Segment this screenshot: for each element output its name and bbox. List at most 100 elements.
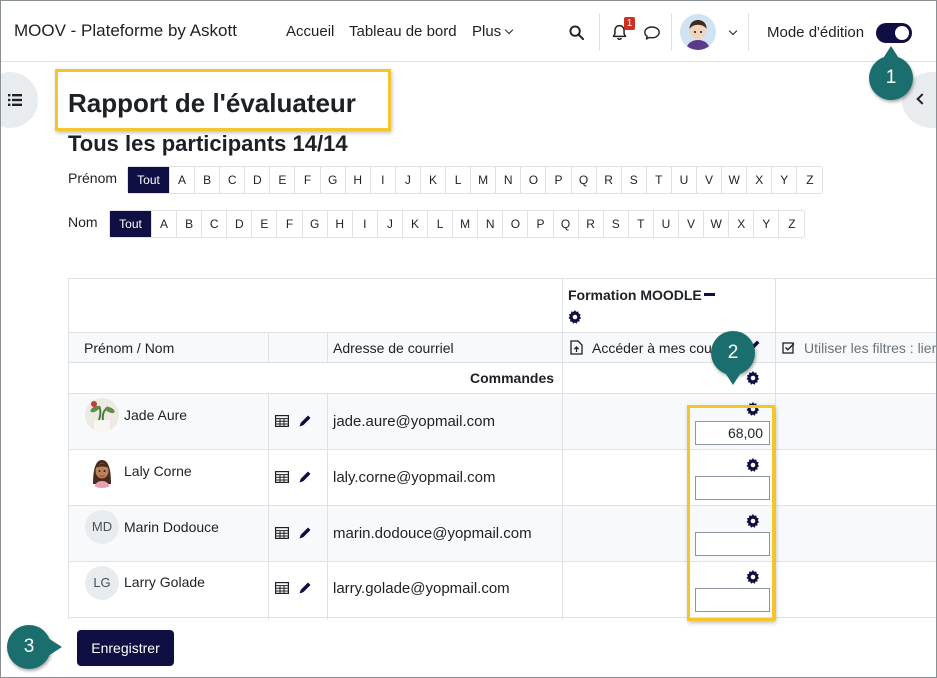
firstname-filter-letter-z[interactable]: Z: [797, 167, 822, 193]
user-avatar[interactable]: [680, 14, 716, 50]
table-border: [68, 393, 936, 394]
firstname-filter-letter-r[interactable]: R: [597, 167, 622, 193]
user-report-grid-icon[interactable]: [275, 527, 289, 539]
lastname-filter-letter-j[interactable]: J: [378, 211, 403, 237]
lastname-filter-letter-i[interactable]: I: [353, 211, 378, 237]
firstname-filter-letter-y[interactable]: Y: [772, 167, 798, 193]
assignment-file-icon: [570, 340, 583, 355]
firstname-filter-letter-d[interactable]: D: [245, 167, 271, 193]
firstname-filter-letter-l[interactable]: L: [446, 167, 472, 193]
firstname-filter-letter-f[interactable]: F: [295, 167, 321, 193]
firstname-filter-letter-k[interactable]: K: [421, 167, 447, 193]
firstname-filter-letter-j[interactable]: J: [396, 167, 421, 193]
student-name[interactable]: Jade Aure: [124, 407, 187, 423]
firstname-filter-letter-w[interactable]: W: [722, 167, 748, 193]
column-header-name[interactable]: Prénom / Nom: [84, 340, 174, 356]
table-border: [775, 278, 776, 620]
edit-mode-toggle[interactable]: [876, 23, 912, 43]
student-avatar-initials: MD: [85, 510, 119, 544]
lastname-filter-letter-v[interactable]: V: [679, 211, 705, 237]
lastname-filter-letter-z[interactable]: Z: [779, 211, 804, 237]
lastname-filter-letter-m[interactable]: M: [453, 211, 479, 237]
lastname-filter-letter-e[interactable]: E: [252, 211, 278, 237]
lastname-filter-letter-p[interactable]: P: [528, 211, 554, 237]
firstname-filter-letter-g[interactable]: G: [321, 167, 346, 193]
firstname-filter-letter-i[interactable]: I: [371, 167, 396, 193]
lastname-filter-letter-w[interactable]: W: [704, 211, 730, 237]
checkbox-checked-icon: [782, 342, 795, 354]
lastname-filter-letter-n[interactable]: N: [478, 211, 504, 237]
column-header-email[interactable]: Adresse de courriel: [333, 340, 454, 356]
nav-more-label: Plus: [472, 23, 502, 40]
table-border: [68, 617, 936, 618]
controls-row-label: Commandes: [470, 370, 555, 386]
callout-3: 3: [7, 625, 62, 669]
firstname-filter-letter-u[interactable]: U: [672, 167, 697, 193]
lastname-filter-letter-d[interactable]: D: [227, 211, 253, 237]
lastname-filter-letter-u[interactable]: U: [654, 211, 679, 237]
lastname-filter-letter-y[interactable]: Y: [754, 211, 780, 237]
firstname-filter-letter-h[interactable]: H: [346, 167, 371, 193]
firstname-filter-all[interactable]: Tout: [128, 167, 170, 193]
chevron-down-icon: [504, 25, 514, 35]
firstname-filter-letter-n[interactable]: N: [496, 167, 522, 193]
lastname-filter-all[interactable]: Tout: [110, 211, 152, 237]
lastname-filter-letter-s[interactable]: S: [604, 211, 629, 237]
lastname-filter-letter-t[interactable]: T: [629, 211, 654, 237]
lastname-filter-letter-b[interactable]: B: [177, 211, 203, 237]
table-border: [327, 332, 328, 362]
firstname-filter-letter-o[interactable]: O: [521, 167, 547, 193]
lastname-filter-letter-o[interactable]: O: [503, 211, 529, 237]
navbar-divider: [671, 13, 672, 51]
save-button[interactable]: Enregistrer: [77, 630, 174, 666]
nav-home[interactable]: Accueil: [286, 23, 334, 40]
chat-bubble-icon[interactable]: [643, 25, 661, 41]
firstname-filter-letter-b[interactable]: B: [195, 167, 221, 193]
firstname-filter-letter-v[interactable]: V: [697, 167, 723, 193]
lastname-filter-letter-a[interactable]: A: [152, 211, 178, 237]
pencil-icon[interactable]: [298, 581, 312, 595]
pencil-icon[interactable]: [298, 414, 312, 428]
user-report-grid-icon[interactable]: [275, 582, 289, 594]
site-brand[interactable]: MOOV - Plateforme by Askott: [14, 21, 237, 41]
collapse-minus-icon[interactable]: [703, 293, 715, 296]
lastname-filter-letter-q[interactable]: Q: [554, 211, 579, 237]
nav-dashboard[interactable]: Tableau de bord: [349, 23, 457, 40]
firstname-filter-letter-e[interactable]: E: [270, 167, 296, 193]
lastname-filter-letter-r[interactable]: R: [579, 211, 604, 237]
pencil-icon[interactable]: [298, 470, 312, 484]
course-index-drawer-toggle[interactable]: [0, 72, 38, 128]
firstname-filter-letter-m[interactable]: M: [471, 167, 497, 193]
nav-more[interactable]: Plus: [472, 23, 514, 40]
gear-icon[interactable]: [568, 310, 582, 324]
firstname-filter-letter-x[interactable]: X: [747, 167, 773, 193]
top-navbar: MOOV - Plateforme by Askott Accueil Tabl…: [1, 1, 936, 62]
lastname-filter-letter-k[interactable]: K: [403, 211, 429, 237]
firstname-filter-letter-s[interactable]: S: [622, 167, 647, 193]
student-name[interactable]: Marin Dodouce: [124, 519, 219, 535]
lastname-filter-letter-h[interactable]: H: [328, 211, 353, 237]
student-name[interactable]: Larry Golade: [124, 574, 205, 590]
firstname-filter-letter-a[interactable]: A: [170, 167, 196, 193]
student-name[interactable]: Laly Corne: [124, 463, 192, 479]
lastname-filter-letter-g[interactable]: G: [303, 211, 328, 237]
table-row-stripe: [68, 393, 936, 449]
gear-icon[interactable]: [746, 371, 760, 385]
lastname-filter-letter-f[interactable]: F: [277, 211, 303, 237]
student-avatar-initials: LG: [85, 566, 119, 600]
user-report-grid-icon[interactable]: [275, 415, 289, 427]
firstname-filter-letter-p[interactable]: P: [546, 167, 572, 193]
chevron-down-icon[interactable]: [728, 26, 738, 36]
firstname-filter-letter-t[interactable]: T: [647, 167, 672, 193]
pencil-icon[interactable]: [298, 526, 312, 540]
search-icon[interactable]: [569, 25, 584, 40]
table-border: [68, 505, 936, 506]
lastname-filter-letter-c[interactable]: C: [202, 211, 228, 237]
lastname-filter-letter-l[interactable]: L: [428, 211, 454, 237]
firstname-filter-letter-q[interactable]: Q: [572, 167, 597, 193]
column-header-grade-item-2[interactable]: Utiliser les filtres : lier: [804, 340, 936, 356]
table-border: [68, 362, 936, 363]
firstname-filter-letter-c[interactable]: C: [220, 167, 246, 193]
lastname-filter-letter-x[interactable]: X: [729, 211, 755, 237]
user-report-grid-icon[interactable]: [275, 471, 289, 483]
